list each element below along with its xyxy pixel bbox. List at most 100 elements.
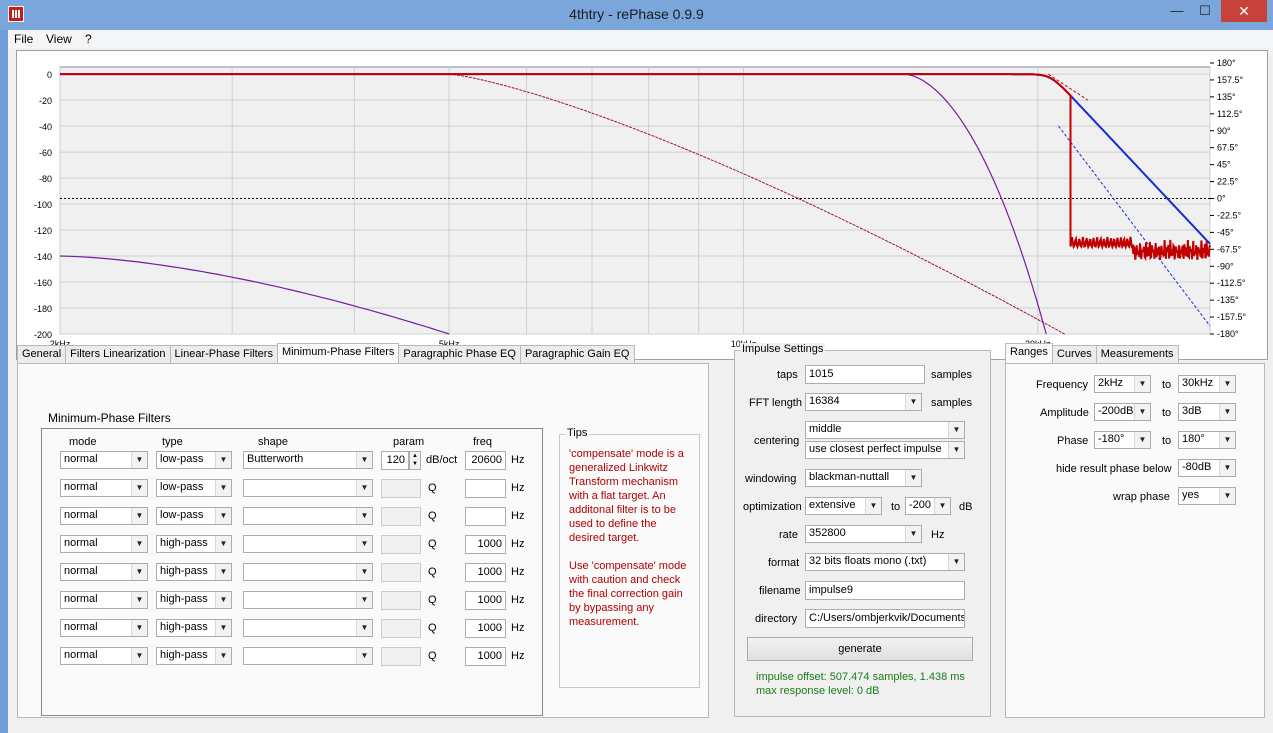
- hide-phase-select[interactable]: -80dB ▼: [1178, 459, 1236, 477]
- close-button[interactable]: ✕: [1221, 0, 1267, 22]
- type-select[interactable]: high-pass ▼: [156, 619, 232, 637]
- optimization-db-select[interactable]: -200 ▼: [905, 497, 951, 515]
- mode-select[interactable]: normal ▼: [60, 563, 148, 581]
- taps-input[interactable]: 1015: [805, 365, 925, 384]
- mode-select[interactable]: normal ▼: [60, 591, 148, 609]
- tab-curves[interactable]: Curves: [1051, 345, 1097, 363]
- freq-input[interactable]: 1000: [465, 591, 506, 610]
- phase-label: Phase: [1057, 435, 1089, 447]
- freq-from-select[interactable]: 2kHz ▼: [1094, 375, 1151, 393]
- param-input[interactable]: [381, 619, 421, 638]
- tab-measurements[interactable]: Measurements: [1095, 345, 1179, 363]
- type-select[interactable]: low-pass ▼: [156, 479, 232, 497]
- param-input[interactable]: [381, 507, 421, 526]
- mode-select[interactable]: normal ▼: [60, 507, 148, 525]
- freq-input[interactable]: 1000: [465, 535, 506, 554]
- freq-input[interactable]: 1000: [465, 563, 506, 582]
- header-shape: shape: [258, 436, 288, 448]
- tab-linear-phase-filters[interactable]: Linear-Phase Filters: [169, 345, 278, 363]
- tips-text-1: 'compensate' mode is a generalized Linkw…: [569, 448, 684, 544]
- y2-tick-label: 112.5°: [1217, 109, 1243, 119]
- tab-paragraphic-phase-eq[interactable]: Paragraphic Phase EQ: [398, 345, 521, 363]
- shape-select[interactable]: ▼: [243, 535, 373, 553]
- mode-select[interactable]: normal ▼: [60, 479, 148, 497]
- minimize-button[interactable]: —: [1163, 0, 1191, 22]
- phase-from-select[interactable]: -180° ▼: [1094, 431, 1151, 449]
- mode-select[interactable]: normal ▼: [60, 619, 148, 637]
- directory-input[interactable]: C:/Users/ombjerkvik/Documents/: [805, 609, 965, 628]
- windowing-select[interactable]: blackman-nuttall ▼: [805, 469, 922, 487]
- generate-button[interactable]: generate: [747, 637, 973, 661]
- param-unit: Q: [428, 482, 437, 494]
- tab-filters-linearization[interactable]: Filters Linearization: [65, 345, 171, 363]
- wrap-phase-select[interactable]: yes ▼: [1178, 487, 1236, 505]
- tab-paragraphic-gain-eq[interactable]: Paragraphic Gain EQ: [519, 345, 635, 363]
- type-select[interactable]: high-pass ▼: [156, 535, 232, 553]
- y-tick-label: -40: [39, 122, 52, 132]
- shape-select[interactable]: ▼: [243, 647, 373, 665]
- amp-to-select[interactable]: 3dB ▼: [1178, 403, 1236, 421]
- param-input[interactable]: [381, 591, 421, 610]
- param-unit: Q: [428, 622, 437, 634]
- menu-view[interactable]: View: [46, 32, 72, 46]
- mode-select[interactable]: normal ▼: [60, 535, 148, 553]
- fft-label: FFT length: [749, 397, 802, 409]
- filename-input[interactable]: impulse9: [805, 581, 965, 600]
- shape-select[interactable]: ▼: [243, 563, 373, 581]
- freq-to-select[interactable]: 30kHz ▼: [1178, 375, 1236, 393]
- param-input[interactable]: 120: [381, 451, 409, 470]
- freq-input[interactable]: 1000: [465, 619, 506, 638]
- tab-minimum-phase-filters[interactable]: Minimum-Phase Filters: [276, 343, 400, 363]
- y2-tick-label: 90°: [1217, 126, 1231, 136]
- y-tick-label: 0: [47, 70, 52, 80]
- param-unit: Q: [428, 594, 437, 606]
- type-select[interactable]: low-pass ▼: [156, 451, 232, 469]
- type-select[interactable]: high-pass ▼: [156, 647, 232, 665]
- shape-select[interactable]: ▼: [243, 479, 373, 497]
- rate-select[interactable]: 352800 ▼: [805, 525, 922, 543]
- maximize-button[interactable]: ☐: [1191, 0, 1219, 22]
- centering-select[interactable]: middle ▼: [805, 421, 965, 439]
- wrap-phase-label: wrap phase: [1113, 491, 1170, 503]
- menu-file[interactable]: File: [14, 32, 33, 46]
- phase-to-select[interactable]: 180° ▼: [1178, 431, 1236, 449]
- taps-unit: samples: [931, 369, 972, 381]
- tab-ranges[interactable]: Ranges: [1005, 343, 1053, 363]
- tips-title: Tips: [565, 427, 590, 439]
- param-spinner[interactable]: ▲ ▼: [409, 451, 421, 470]
- rate-label: rate: [779, 529, 798, 541]
- param-input[interactable]: [381, 479, 421, 498]
- freq-input[interactable]: [465, 507, 506, 526]
- param-input[interactable]: [381, 647, 421, 666]
- format-select[interactable]: 32 bits floats mono (.txt) ▼: [805, 553, 965, 571]
- response-chart[interactable]: 0-20-40-60-80-100-120-140-160-180-200180…: [17, 51, 1267, 359]
- header-param: param: [393, 436, 425, 448]
- fft-unit: samples: [931, 397, 972, 409]
- shape-select[interactable]: ▼: [243, 591, 373, 609]
- freq-unit: Hz: [511, 622, 525, 634]
- mode-select[interactable]: normal ▼: [60, 451, 148, 469]
- freq-input[interactable]: 20600: [465, 451, 506, 470]
- freq-input[interactable]: 1000: [465, 647, 506, 666]
- type-select[interactable]: high-pass ▼: [156, 591, 232, 609]
- shape-select[interactable]: Butterworth ▼: [243, 451, 373, 469]
- y2-tick-label: -90°: [1217, 261, 1234, 271]
- amp-from-select[interactable]: -200dB ▼: [1094, 403, 1151, 421]
- type-select[interactable]: low-pass ▼: [156, 507, 232, 525]
- param-input[interactable]: [381, 563, 421, 582]
- type-select[interactable]: high-pass ▼: [156, 563, 232, 581]
- centering-mode-select[interactable]: use closest perfect impulse ▼: [805, 441, 965, 459]
- shape-select[interactable]: ▼: [243, 507, 373, 525]
- freq-input[interactable]: [465, 479, 506, 498]
- optimization-select[interactable]: extensive ▼: [805, 497, 882, 515]
- mode-select[interactable]: normal ▼: [60, 647, 148, 665]
- fft-select[interactable]: 16384 ▼: [805, 393, 922, 411]
- windowing-label: windowing: [745, 473, 797, 485]
- minimum-phase-panel: Minimum-Phase Filters mode type shape pa…: [17, 363, 709, 718]
- menu-bar: File View ?: [8, 30, 1273, 48]
- optimization-label: optimization: [743, 501, 802, 513]
- shape-select[interactable]: ▼: [243, 619, 373, 637]
- param-input[interactable]: [381, 535, 421, 554]
- tab-general[interactable]: General: [17, 345, 67, 363]
- menu-help[interactable]: ?: [85, 32, 92, 46]
